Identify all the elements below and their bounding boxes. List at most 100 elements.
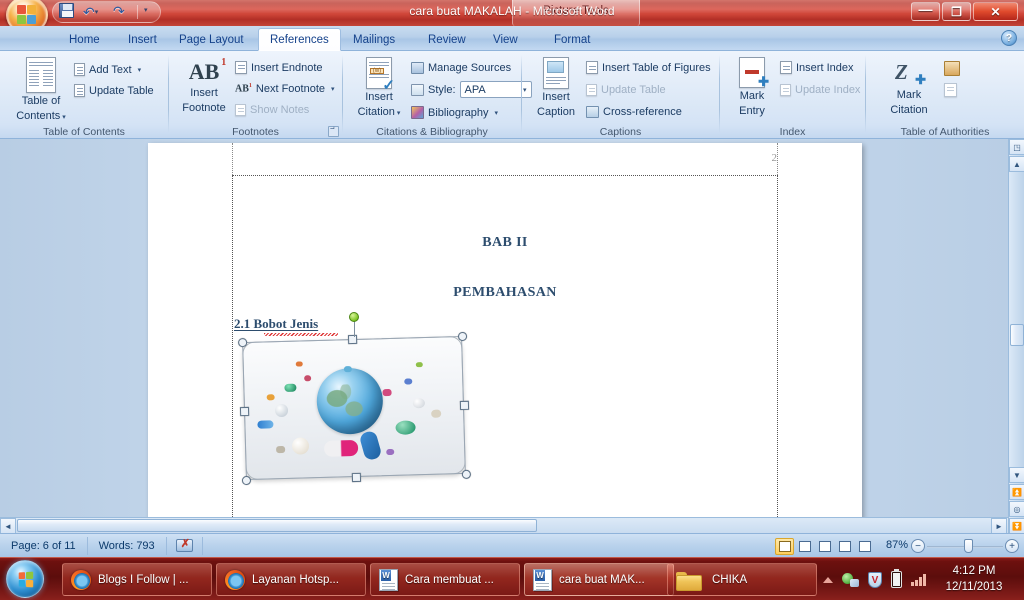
horizontal-scrollbar[interactable]: ◄ ► (0, 517, 1008, 534)
minimize-button[interactable]: — (911, 1, 940, 21)
insert-index-button[interactable]: Insert Index (780, 59, 853, 76)
manage-sources-button[interactable]: Manage Sources (411, 59, 511, 76)
zoom-out-button[interactable]: − (911, 539, 925, 553)
taskbar-item-label: Blogs I Follow | ... (98, 573, 189, 586)
taskbar-item-blogs[interactable]: Blogs I Follow | ... (62, 563, 212, 596)
resize-handle-middle-left[interactable] (239, 406, 250, 417)
maximize-button[interactable]: ❐ (942, 2, 971, 21)
vertical-scroll-thumb[interactable] (1010, 324, 1024, 346)
close-icon: ✕ (990, 4, 1001, 19)
scroll-right-button[interactable]: ► (991, 518, 1007, 534)
insert-endnote-label: Insert Endnote (251, 61, 323, 74)
clock-time: 4:12 PM (952, 565, 996, 577)
scroll-up-button[interactable]: ▲ (1009, 156, 1024, 172)
update-index-icon (780, 83, 791, 96)
tab-home[interactable]: Home (58, 28, 111, 51)
table-of-contents-button[interactable]: Table of Contents ▾ (8, 57, 74, 124)
close-button[interactable]: ✕ (973, 2, 1018, 21)
group-label-table-of-contents: Table of Contents (43, 126, 125, 138)
view-print-layout-button[interactable] (775, 538, 794, 555)
zoom-in-button[interactable]: + (1005, 539, 1019, 553)
tab-review[interactable]: Review (417, 28, 477, 51)
taskbar-item-chika[interactable]: CHIKA (667, 563, 817, 596)
taskbar-item-cara-membuat[interactable]: Cara membuat ... (370, 563, 520, 596)
mark-citation-button[interactable]: Z ✚ Mark Citation (878, 57, 940, 116)
insert-citation-icon: (w) ✓ (366, 57, 395, 93)
view-draft-button[interactable] (855, 538, 874, 555)
bibliography-button[interactable]: Bibliography ▾ (411, 104, 498, 121)
view-full-screen-reading-button[interactable] (795, 538, 814, 555)
tab-references[interactable]: References (258, 28, 341, 51)
vertical-scrollbar[interactable]: ◳ ▲ ▼ ⏫ ◎ ⏬ (1008, 139, 1024, 534)
insert-table-of-authorities-button[interactable] (944, 61, 960, 79)
group-label-captions: Captions (599, 126, 642, 138)
button-label-line2: Citation (890, 103, 928, 116)
horizontal-scroll-thumb[interactable] (17, 519, 537, 532)
split-view-button[interactable]: ◳ (1009, 139, 1024, 155)
button-label-line2: Entry (739, 104, 765, 117)
page-header-area[interactable]: 2 (232, 143, 778, 175)
zoom-slider-thumb[interactable] (964, 539, 973, 553)
next-footnote-button[interactable]: AB1 Next Footnote ▾ (235, 80, 335, 97)
mark-entry-button[interactable]: ✚ Mark Entry (725, 57, 779, 117)
select-browse-object-button[interactable]: ◎ (1009, 501, 1024, 517)
view-web-layout-button[interactable] (815, 538, 834, 555)
resize-handle-top-left[interactable] (238, 337, 248, 348)
divider (137, 5, 138, 19)
taskbar-item-cara-buat-makalah[interactable]: cara buat MAK... (524, 563, 674, 596)
add-text-icon (74, 63, 85, 76)
cross-reference-button[interactable]: Cross-reference (586, 103, 682, 120)
save-button[interactable] (59, 3, 77, 21)
document-canvas[interactable]: 2 BAB II PEMBAHASAN 2.1 Bobot Jenis (0, 139, 1008, 533)
taskbar-clock[interactable]: 4:12 PM 12/11/2013 (932, 563, 1016, 595)
office-button[interactable] (6, 0, 48, 26)
button-label-line2: Contents ▾ (16, 109, 66, 122)
resize-handle-bottom-center[interactable] (351, 472, 362, 483)
redo-button[interactable]: ↷ (113, 3, 131, 21)
scroll-left-button[interactable]: ◄ (0, 518, 16, 534)
help-icon[interactable]: ? (1001, 30, 1017, 46)
view-outline-button[interactable] (835, 538, 854, 555)
insert-endnote-button[interactable]: Insert Endnote (235, 59, 323, 76)
battery-icon[interactable] (891, 568, 902, 588)
scroll-down-button[interactable]: ▼ (1009, 467, 1024, 483)
signal-bars-icon[interactable] (911, 573, 928, 586)
update-table-button[interactable]: Update Table (74, 82, 154, 99)
citation-style-selector[interactable]: Style: APA ▾ (411, 81, 532, 98)
footnotes-dialog-launcher[interactable] (328, 126, 339, 137)
document-picture-container[interactable] (238, 312, 472, 487)
rotation-handle[interactable] (349, 312, 359, 322)
zoom-level-label[interactable]: 87% (886, 539, 908, 551)
insert-table-of-figures-button[interactable]: Insert Table of Figures (586, 59, 711, 76)
resize-handle-middle-right[interactable] (459, 400, 470, 411)
status-proofing-errors[interactable]: ✗ (167, 536, 203, 555)
add-text-label: Add Text (89, 63, 132, 76)
insert-citation-button[interactable]: (w) ✓ Insert Citation ▾ (348, 57, 410, 120)
network-icon[interactable] (842, 572, 859, 587)
tab-page-layout[interactable]: Page Layout (168, 28, 255, 51)
tab-mailings[interactable]: Mailings (342, 28, 406, 51)
document-page[interactable]: 2 BAB II PEMBAHASAN 2.1 Bobot Jenis (148, 143, 862, 533)
next-page-button[interactable]: ⏬ (1009, 518, 1024, 534)
status-word-count[interactable]: Words: 793 (88, 536, 167, 555)
add-text-button[interactable]: Add Text ▾ (74, 61, 141, 78)
insert-footnote-button[interactable]: AB 1 Insert Footnote (174, 57, 234, 114)
show-hidden-icons-icon[interactable] (823, 576, 833, 583)
customize-qat-button[interactable]: ▾ (144, 3, 156, 21)
taskbar-item-layanan[interactable]: Layanan Hotsp... (216, 563, 366, 596)
quick-access-toolbar: ↶ ▾ ↷ ▾ (52, 1, 161, 23)
tab-insert[interactable]: Insert (117, 28, 168, 51)
previous-page-button[interactable]: ⏫ (1009, 484, 1024, 500)
tab-format[interactable]: Format (543, 28, 601, 51)
resize-handle-bottom-left[interactable] (241, 475, 252, 486)
zoom-slider[interactable]: − + (911, 538, 1019, 554)
chevron-down-icon: ▾ (494, 109, 499, 117)
status-page-indicator[interactable]: Page: 6 of 11 (0, 536, 88, 555)
undo-button[interactable]: ↶ ▾ (83, 3, 107, 21)
tab-view[interactable]: View (482, 28, 529, 51)
insert-caption-button[interactable]: Insert Caption (527, 57, 585, 118)
start-button[interactable] (6, 560, 44, 598)
resize-handle-top-center[interactable] (347, 334, 358, 345)
manage-sources-label: Manage Sources (428, 61, 512, 74)
security-shield-icon[interactable] (868, 571, 882, 588)
